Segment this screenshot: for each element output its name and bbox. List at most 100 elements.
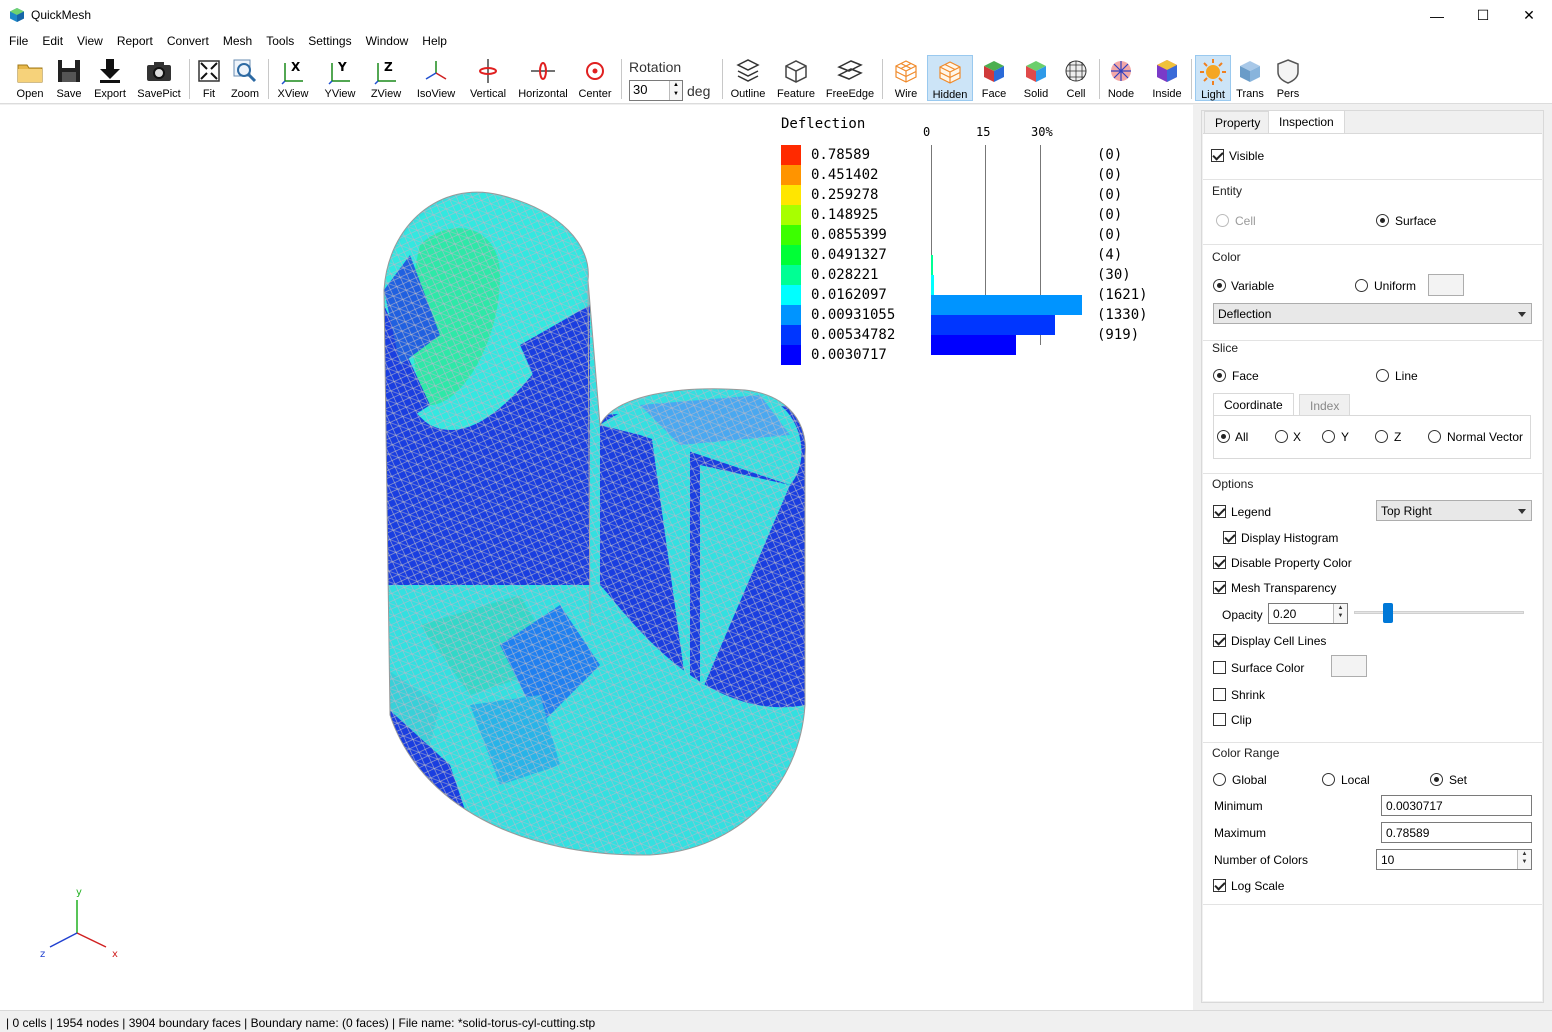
- vertical-button[interactable]: Vertical: [466, 55, 510, 101]
- menu-help[interactable]: Help: [415, 31, 454, 53]
- hidden-button[interactable]: Hidden: [927, 55, 973, 101]
- legend-swatch: [781, 345, 801, 365]
- save-button[interactable]: Save: [52, 55, 86, 101]
- legend-count: (1330): [1097, 307, 1148, 323]
- yview-button[interactable]: Y YView: [321, 55, 359, 101]
- solid-cube-icon: [1026, 61, 1046, 82]
- center-button[interactable]: Center: [576, 55, 614, 101]
- tab-inspection[interactable]: Inspection: [1268, 110, 1345, 133]
- freeedge-button[interactable]: FreeEdge: [824, 55, 876, 101]
- wire-button[interactable]: Wire: [888, 55, 924, 101]
- display-histogram-label: Display Histogram: [1241, 531, 1339, 545]
- rotation-unit: deg: [687, 83, 711, 99]
- x-radio[interactable]: [1275, 430, 1288, 443]
- menu-tools[interactable]: Tools: [259, 31, 301, 53]
- y-axis-view-icon: Y: [328, 60, 350, 85]
- legend-count: (0): [1097, 147, 1123, 163]
- zview-button[interactable]: Z ZView: [367, 55, 405, 101]
- sun-light-icon: [1200, 59, 1226, 85]
- menu-settings[interactable]: Settings: [301, 31, 358, 53]
- isoview-button[interactable]: IsoView: [413, 55, 459, 101]
- all-radio-label: All: [1235, 430, 1249, 444]
- mesh-model[interactable]: [0, 105, 1193, 1010]
- uniform-radio[interactable]: [1355, 279, 1368, 292]
- legend-checkbox[interactable]: [1213, 505, 1226, 518]
- mesh-transparency-checkbox[interactable]: [1213, 581, 1226, 594]
- number-of-colors-spinner[interactable]: ▲ ▼: [1517, 850, 1531, 869]
- tab-coordinate[interactable]: Coordinate: [1213, 393, 1294, 416]
- variable-radio[interactable]: [1213, 279, 1226, 292]
- legend-value: 0.0491327: [811, 247, 887, 263]
- face-button[interactable]: Face: [977, 55, 1011, 101]
- trans-button[interactable]: Trans: [1233, 55, 1267, 101]
- set-radio[interactable]: [1430, 773, 1443, 786]
- cell-radio[interactable]: [1216, 214, 1229, 227]
- normal-vector-radio[interactable]: [1428, 430, 1441, 443]
- disable-property-color-checkbox[interactable]: [1213, 556, 1226, 569]
- maximize-button[interactable]: ☐: [1460, 0, 1506, 31]
- cell-button[interactable]: Cell: [1059, 55, 1093, 101]
- variable-select[interactable]: Deflection: [1213, 303, 1532, 324]
- local-radio[interactable]: [1322, 773, 1335, 786]
- opacity-spinner[interactable]: ▲ ▼: [1333, 604, 1347, 623]
- light-button[interactable]: Light: [1195, 55, 1231, 101]
- number-of-colors-input[interactable]: 10: [1376, 849, 1532, 870]
- horizontal-rotate-icon: [531, 62, 555, 80]
- tab-property[interactable]: Property: [1204, 111, 1272, 133]
- face-radio[interactable]: [1213, 369, 1226, 382]
- savepict-button[interactable]: SavePict: [136, 55, 182, 101]
- group-separator: [1203, 244, 1542, 245]
- menu-window[interactable]: Window: [359, 31, 416, 53]
- opacity-slider-track[interactable]: [1354, 611, 1524, 614]
- menu-mesh[interactable]: Mesh: [216, 31, 259, 53]
- menu-file[interactable]: File: [2, 31, 35, 53]
- svg-text:Y: Y: [337, 60, 347, 74]
- open-button[interactable]: Open: [8, 55, 52, 101]
- all-radio[interactable]: [1217, 430, 1230, 443]
- close-button[interactable]: ✕: [1506, 0, 1552, 31]
- surface-radio[interactable]: [1376, 214, 1389, 227]
- horizontal-button[interactable]: Horizontal: [516, 55, 570, 101]
- outline-button[interactable]: Outline: [728, 55, 768, 101]
- uniform-color-button[interactable]: [1428, 274, 1464, 296]
- z-radio[interactable]: [1375, 430, 1388, 443]
- tab-index[interactable]: Index: [1299, 394, 1351, 416]
- minimize-button[interactable]: —: [1414, 0, 1460, 31]
- line-radio[interactable]: [1376, 369, 1389, 382]
- menu-report[interactable]: Report: [110, 31, 160, 53]
- legend-swatch: [781, 165, 801, 185]
- rotation-label: Rotation: [629, 59, 682, 75]
- inside-button[interactable]: Inside: [1147, 55, 1187, 101]
- export-button[interactable]: Export: [90, 55, 130, 101]
- 3d-viewport[interactable]: Deflection 0.78589 (0) 0.451402 (0) 0.259278…: [0, 105, 1193, 1010]
- xview-button[interactable]: X XView: [274, 55, 312, 101]
- menu-convert[interactable]: Convert: [160, 31, 216, 53]
- opacity-slider-thumb[interactable]: [1383, 603, 1393, 623]
- shrink-checkbox[interactable]: [1213, 688, 1226, 701]
- global-radio[interactable]: [1213, 773, 1226, 786]
- menu-view[interactable]: View: [70, 31, 110, 53]
- number-of-colors-label: Number of Colors: [1214, 853, 1309, 867]
- y-radio[interactable]: [1322, 430, 1335, 443]
- node-button[interactable]: Node: [1104, 55, 1138, 101]
- surface-color-button[interactable]: [1331, 655, 1367, 677]
- pers-button[interactable]: Pers: [1272, 55, 1304, 101]
- minimum-input[interactable]: 0.0030717: [1381, 795, 1532, 816]
- surface-color-checkbox[interactable]: [1213, 661, 1226, 674]
- maximum-input[interactable]: 0.78589: [1381, 822, 1532, 843]
- log-scale-checkbox[interactable]: [1213, 879, 1226, 892]
- legend-position-select[interactable]: Top Right: [1376, 500, 1532, 521]
- fit-button[interactable]: Fit: [194, 55, 224, 101]
- menu-edit[interactable]: Edit: [35, 31, 70, 53]
- svg-text:X: X: [291, 60, 301, 74]
- folder-icon: [17, 64, 43, 83]
- zoom-button[interactable]: Zoom: [228, 55, 262, 101]
- solid-button[interactable]: Solid: [1019, 55, 1053, 101]
- clip-checkbox[interactable]: [1213, 713, 1226, 726]
- display-histogram-checkbox[interactable]: [1223, 531, 1236, 544]
- visible-checkbox[interactable]: [1211, 149, 1224, 162]
- histogram-tick: 30%: [1031, 125, 1053, 139]
- feature-button[interactable]: Feature: [774, 55, 818, 101]
- rotation-spinner[interactable]: ▲ ▼: [669, 81, 682, 100]
- display-cell-lines-checkbox[interactable]: [1213, 634, 1226, 647]
